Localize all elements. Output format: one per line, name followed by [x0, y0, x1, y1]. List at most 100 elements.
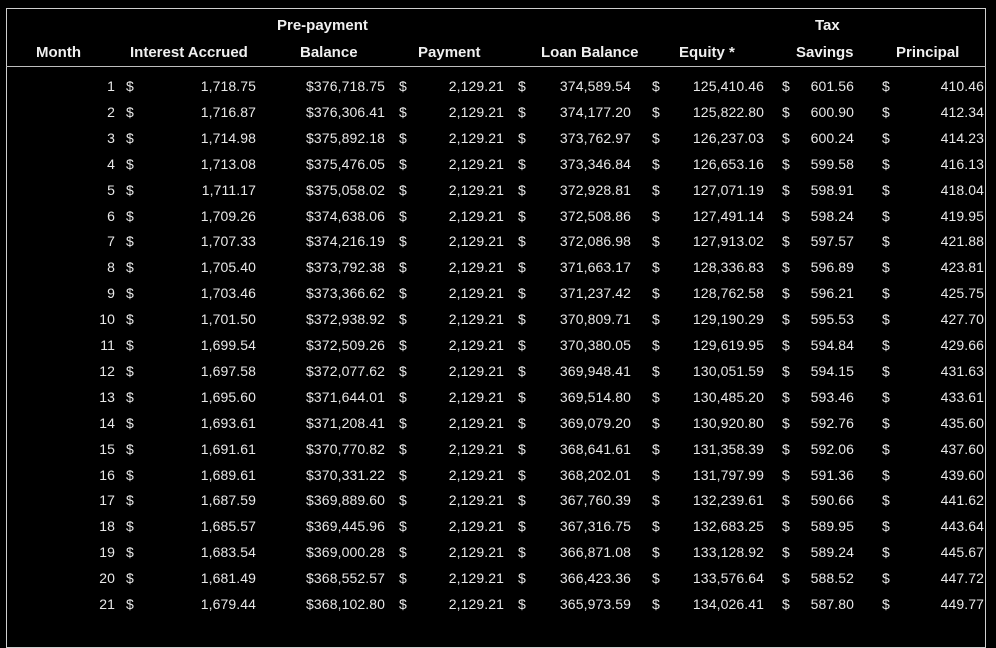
cell-prepay-balance: $373,366.62	[306, 285, 385, 302]
cell-month: 2	[107, 103, 115, 120]
cell-loan-balance: 369,079.20	[559, 414, 631, 431]
cell-loan-balance: 374,177.20	[559, 103, 631, 120]
cell-interest: 1,716.87	[200, 103, 256, 120]
cell-month: 1	[107, 78, 115, 94]
cell-loan-balance: 368,202.01	[559, 466, 631, 483]
cell-tax-savings: 589.95	[810, 518, 854, 535]
cell-payment: 2,129.21	[448, 181, 504, 198]
cell-interest-dollar: $	[126, 181, 134, 198]
cell-loan-balance: 370,380.05	[559, 337, 631, 353]
cell-principal-dollar: $	[882, 285, 890, 302]
cell-tax-dollar: $	[782, 129, 790, 146]
cell-tax-dollar: $	[782, 518, 790, 535]
cell-payment-dollar: $	[399, 388, 407, 405]
cell-prepay-balance: $369,445.96	[306, 518, 385, 535]
cell-principal-dollar: $	[882, 259, 890, 276]
cell-tax-savings: 593.46	[810, 388, 854, 405]
cell-equity-dollar: $	[652, 596, 660, 612]
cell-equity: 130,485.20	[692, 388, 764, 405]
cell-interest-dollar: $	[126, 492, 134, 509]
cell-loan-dollar: $	[518, 181, 526, 198]
cell-equity: 126,237.03	[692, 129, 764, 146]
cell-principal: 425.75	[940, 285, 984, 302]
cell-month: 18	[99, 518, 115, 535]
cell-loan-balance: 372,086.98	[559, 233, 631, 250]
cell-payment-dollar: $	[399, 544, 407, 561]
cell-equity: 125,410.46	[692, 78, 764, 94]
cell-loan-balance: 365,973.59	[559, 596, 631, 612]
cell-equity: 130,920.80	[692, 414, 764, 431]
cell-payment: 2,129.21	[448, 155, 504, 172]
cell-payment-dollar: $	[399, 414, 407, 431]
cell-interest: 1,685.57	[200, 518, 256, 535]
cell-interest-dollar: $	[126, 285, 134, 302]
cell-principal: 435.60	[940, 414, 984, 431]
cell-loan-dollar: $	[518, 207, 526, 224]
cell-principal: 433.61	[940, 388, 984, 405]
cell-tax-dollar: $	[782, 388, 790, 405]
table-row: 4 $1,713.08 $375,476.05 $2,129.21 $373,346.8…	[6, 151, 986, 177]
cell-month: 10	[99, 311, 115, 328]
cell-tax-dollar: $	[782, 492, 790, 509]
cell-tax-dollar: $	[782, 233, 790, 250]
cell-principal-dollar: $	[882, 155, 890, 172]
cell-tax-dollar: $	[782, 596, 790, 612]
cell-equity: 133,576.64	[692, 570, 764, 587]
cell-payment-dollar: $	[399, 233, 407, 250]
cell-principal-dollar: $	[882, 129, 890, 146]
cell-tax-savings: 591.36	[810, 466, 854, 483]
cell-month: 21	[99, 596, 115, 612]
cell-loan-dollar: $	[518, 388, 526, 405]
cell-equity-dollar: $	[652, 155, 660, 172]
cell-tax-savings: 596.89	[810, 259, 854, 276]
cell-principal-dollar: $	[882, 362, 890, 379]
cell-equity-dollar: $	[652, 440, 660, 457]
cell-equity-dollar: $	[652, 285, 660, 302]
cell-principal-dollar: $	[882, 570, 890, 587]
cell-tax-dollar: $	[782, 466, 790, 483]
cell-loan-balance: 367,760.39	[559, 492, 631, 509]
cell-interest: 1,695.60	[200, 388, 256, 405]
cell-loan-balance: 372,928.81	[559, 181, 631, 198]
cell-equity: 134,026.41	[692, 596, 764, 612]
table-row: 13 $1,695.60 $371,644.01 $2,129.21 $369,514.…	[6, 384, 986, 410]
header-payment: Payment	[418, 44, 481, 61]
cell-loan-balance: 373,346.84	[559, 155, 631, 172]
amortization-sheet: Month Interest Accrued Pre-payment Balan…	[0, 0, 996, 648]
cell-principal-dollar: $	[882, 337, 890, 353]
table-row: 5 $1,711.17 $375,058.02 $2,129.21 $372,928.8…	[6, 177, 986, 203]
cell-principal-dollar: $	[882, 466, 890, 483]
cell-payment-dollar: $	[399, 129, 407, 146]
cell-principal-dollar: $	[882, 103, 890, 120]
cell-equity: 127,913.02	[692, 233, 764, 250]
cell-payment: 2,129.21	[448, 466, 504, 483]
table-row: 15 $1,691.61 $370,770.82 $2,129.21 $368,641.…	[6, 436, 986, 462]
table-row: 7 $1,707.33 $374,216.19 $2,129.21 $372,086.9…	[6, 228, 986, 254]
cell-tax-dollar: $	[782, 285, 790, 302]
cell-equity: 126,653.16	[692, 155, 764, 172]
cell-equity-dollar: $	[652, 207, 660, 224]
cell-payment: 2,129.21	[448, 285, 504, 302]
cell-interest: 1,705.40	[200, 259, 256, 276]
cell-loan-balance: 368,641.61	[559, 440, 631, 457]
cell-loan-dollar: $	[518, 259, 526, 276]
cell-prepay-balance: $372,509.26	[306, 337, 385, 353]
cell-payment: 2,129.21	[448, 129, 504, 146]
cell-month: 6	[107, 207, 115, 224]
cell-month: 9	[107, 285, 115, 302]
cell-loan-dollar: $	[518, 440, 526, 457]
cell-loan-dollar: $	[518, 103, 526, 120]
cell-interest-dollar: $	[126, 570, 134, 587]
table-row: 19 $1,683.54 $369,000.28 $2,129.21 $366,871.…	[6, 539, 986, 565]
cell-payment-dollar: $	[399, 181, 407, 198]
cell-interest-dollar: $	[126, 362, 134, 379]
cell-loan-dollar: $	[518, 518, 526, 535]
cell-payment: 2,129.21	[448, 207, 504, 224]
cell-tax-dollar: $	[782, 362, 790, 379]
cell-prepay-balance: $375,892.18	[306, 129, 385, 146]
cell-principal-dollar: $	[882, 518, 890, 535]
cell-equity-dollar: $	[652, 518, 660, 535]
cell-tax-savings: 600.24	[810, 129, 854, 146]
cell-prepay-balance: $372,938.92	[306, 311, 385, 328]
cell-equity-dollar: $	[652, 78, 660, 94]
